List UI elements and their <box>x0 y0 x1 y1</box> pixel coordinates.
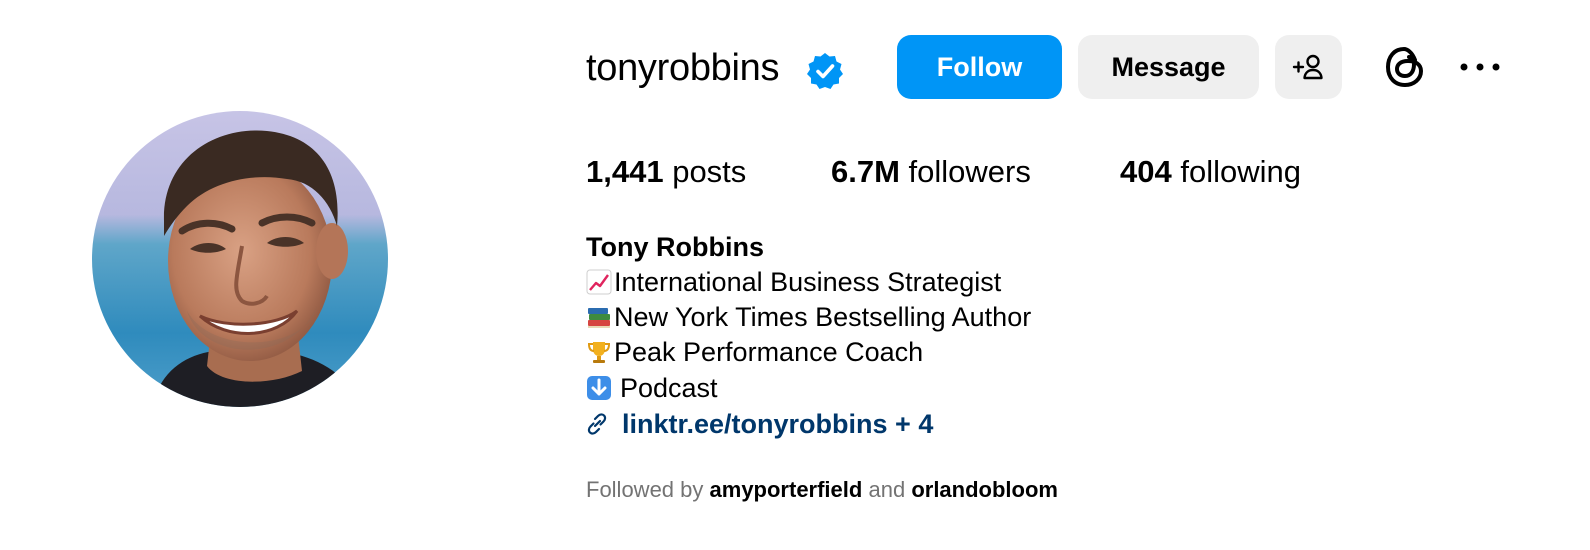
followers-number: 6.7M <box>831 154 900 189</box>
chart-increasing-icon <box>586 269 612 295</box>
verified-badge-icon <box>807 53 843 89</box>
posts-label: posts <box>672 154 747 189</box>
followed-by-conjunction: and <box>868 477 906 502</box>
bio-link-text: linktr.ee/tonyrobbins + 4 <box>622 409 934 439</box>
link-icon <box>587 413 607 435</box>
threads-icon[interactable] <box>1381 43 1429 91</box>
follow-button[interactable]: Follow <box>897 35 1062 99</box>
bio-text: New York Times Bestselling Author <box>614 302 1032 332</box>
message-button[interactable]: Message <box>1078 35 1259 99</box>
books-icon <box>586 304 612 330</box>
profile-username: tonyrobbins <box>586 47 780 89</box>
mutual-account-link[interactable]: orlandobloom <box>911 477 1058 502</box>
profile-full-name: Tony Robbins <box>586 232 764 262</box>
trophy-icon <box>586 339 612 365</box>
bio-text: Podcast <box>620 373 718 403</box>
down-arrow-icon <box>586 375 612 401</box>
followers-label: followers <box>908 154 1031 189</box>
followed-by: Followed by amyporterfield and orlandobl… <box>586 476 1058 504</box>
bio-line: Peak Performance Coach <box>586 335 923 369</box>
followed-by-prefix: Followed by <box>586 477 704 502</box>
following-label: following <box>1180 154 1301 189</box>
bio-link[interactable]: linktr.ee/tonyrobbins + 4 <box>584 407 933 441</box>
posts-count: 1,441 posts <box>586 150 746 194</box>
more-options-icon[interactable] <box>1456 55 1504 79</box>
bio-text: Peak Performance Coach <box>614 337 924 367</box>
following-link[interactable]: 404 following <box>1120 150 1301 194</box>
mutual-account-link[interactable]: amyporterfield <box>710 477 863 502</box>
bio-line: Podcast <box>586 371 718 405</box>
avatar-image <box>92 111 388 407</box>
profile-avatar[interactable] <box>92 111 388 407</box>
following-number: 404 <box>1120 154 1172 189</box>
followers-link[interactable]: 6.7M followers <box>831 150 1031 194</box>
bio-text: International Business Strategist <box>614 267 1002 297</box>
add-person-icon <box>1292 54 1323 80</box>
posts-number: 1,441 <box>586 154 664 189</box>
bio-line: International Business Strategist <box>586 265 1001 299</box>
bio-line: New York Times Bestselling Author <box>586 300 1031 334</box>
suggested-accounts-button[interactable] <box>1275 35 1342 99</box>
